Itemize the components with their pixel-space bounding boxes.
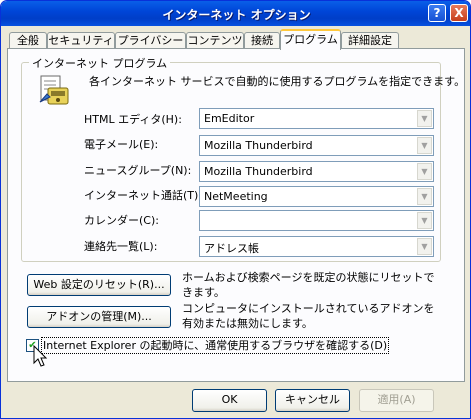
calendar-label: カレンダー(C):	[84, 214, 159, 227]
mouse-cursor-icon	[33, 345, 48, 367]
html-editor-select[interactable]: EmEditor ▼	[199, 108, 434, 129]
manage-addons-description: コンピュータにインストールされているアドオンを有効または無効にします。	[182, 302, 435, 330]
default-browser-label[interactable]: Internet Explorer の起動時に、通常使用するブラウザを確認する(…	[41, 337, 390, 354]
email-label: 電子メール(E):	[84, 138, 159, 151]
tab-programs[interactable]: プログラム	[280, 29, 341, 50]
contacts-value: アドレス帳	[204, 242, 259, 255]
chevron-down-icon[interactable]: ▼	[417, 137, 432, 154]
contacts-select[interactable]: アドレス帳 ▼	[199, 236, 434, 257]
title-bar[interactable]: インターネット オプション ? X	[1, 1, 470, 26]
email-select[interactable]: Mozilla Thunderbird ▼	[199, 135, 434, 156]
chevron-down-icon[interactable]: ▼	[417, 163, 432, 180]
help-button[interactable]: ?	[428, 4, 446, 22]
cancel-button[interactable]: キャンセル	[275, 389, 350, 412]
newsgroups-select[interactable]: Mozilla Thunderbird ▼	[199, 161, 434, 182]
internet-call-select[interactable]: NetMeeting ▼	[199, 186, 434, 207]
html-editor-label: HTML エディタ(H):	[84, 113, 182, 126]
contacts-label: 連絡先一覧(L):	[84, 240, 158, 253]
newsgroups-label: ニュースグループ(N):	[84, 164, 192, 177]
internet-call-value: NetMeeting	[204, 190, 268, 203]
chevron-down-icon[interactable]: ▼	[417, 188, 432, 205]
internet-options-dialog: インターネット オプション ? X 全般 セキュリティ プライバシー コンテンツ…	[0, 0, 471, 419]
window-title: インターネット オプション	[162, 8, 311, 22]
ok-button[interactable]: OK	[192, 389, 267, 412]
close-button[interactable]: X	[450, 4, 468, 22]
manage-addons-button[interactable]: アドオンの管理(M)...	[27, 306, 171, 328]
programs-icon	[39, 75, 69, 105]
tab-strip: 全般 セキュリティ プライバシー コンテンツ 接続 プログラム 詳細設定	[1, 29, 470, 50]
chevron-down-icon[interactable]: ▼	[417, 212, 432, 229]
group-label: インターネット プログラム	[29, 55, 171, 71]
html-editor-value: EmEditor	[204, 112, 255, 125]
programs-description: 各インターネット サービスで自動的に使用するプログラムを指定できます。	[89, 75, 466, 88]
reset-web-settings-button[interactable]: Web 設定のリセット(R)...	[27, 274, 171, 296]
apply-button[interactable]: 適用(A)	[359, 389, 434, 412]
calendar-select[interactable]: ▼	[199, 210, 434, 231]
chevron-down-icon[interactable]: ▼	[417, 110, 432, 127]
email-value: Mozilla Thunderbird	[204, 139, 313, 152]
chevron-down-icon[interactable]: ▼	[417, 238, 432, 255]
reset-web-description: ホームおよび検索ページを既定の状態にリセットできます。	[182, 271, 435, 299]
internet-call-label: インターネット通話(T):	[84, 189, 203, 202]
newsgroups-value: Mozilla Thunderbird	[204, 165, 313, 178]
